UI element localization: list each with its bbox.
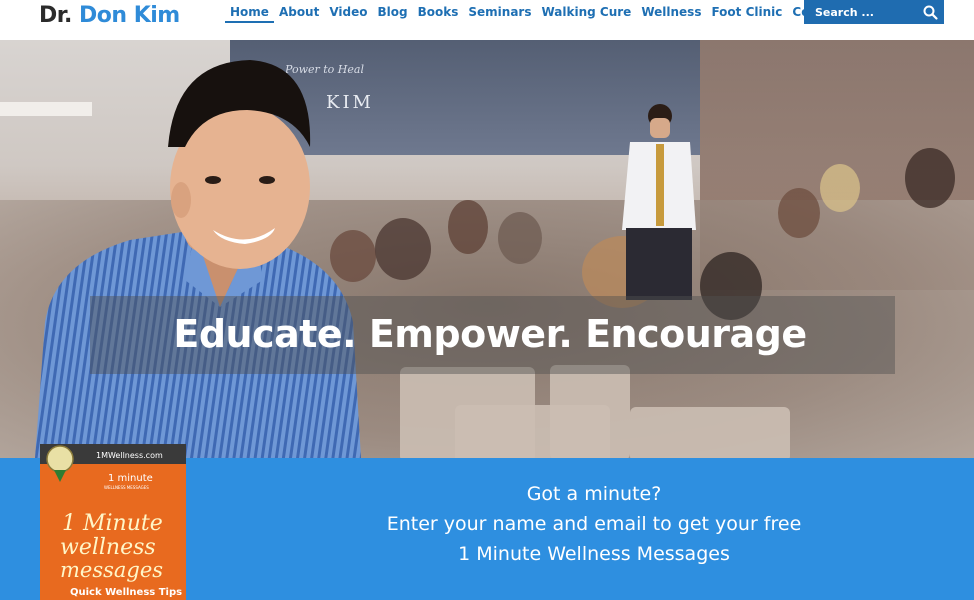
nav-video[interactable]: Video <box>324 5 372 25</box>
wellness-book-cover[interactable]: 1MWellness.com 1 minute WELLNESS MESSAGE… <box>40 444 186 600</box>
nav-walking-cure[interactable]: Walking Cure <box>536 5 636 25</box>
chair <box>550 365 630 458</box>
signup-heading: Got a minute? <box>526 483 662 505</box>
main-nav: Home About Video Blog Books Seminars Wal… <box>225 5 850 25</box>
logo-prefix: Dr. <box>39 3 72 28</box>
signup-text: Enter your name and email to get your fr… <box>386 513 802 535</box>
nav-books[interactable]: Books <box>413 5 464 25</box>
search-icon <box>923 5 938 20</box>
nav-wellness[interactable]: Wellness <box>636 5 706 25</box>
book-badge-sub: WELLNESS MESSAGES <box>104 485 149 490</box>
speaker-figure <box>622 104 696 300</box>
nav-seminars[interactable]: Seminars <box>463 5 536 25</box>
book-title-2: wellness <box>60 535 156 560</box>
hero-banner: Power to Heal KIM Educate. Empower. Enco… <box>0 40 974 458</box>
chair <box>630 407 790 458</box>
search-button[interactable] <box>918 0 944 24</box>
book-title-3: messages <box>60 558 163 582</box>
nav-blog[interactable]: Blog <box>373 5 413 25</box>
audience-head <box>905 148 955 208</box>
nav-about[interactable]: About <box>274 5 324 25</box>
book-tagline: Quick Wellness Tips <box>70 587 182 598</box>
hero-tagline: Educate. Empower. Encourage <box>173 312 807 356</box>
book-badge: 1 minute <box>108 473 153 484</box>
site-logo[interactable]: Dr. Don Kim <box>39 3 180 28</box>
search-box <box>804 0 944 24</box>
book-site: 1MWellness.com <box>96 451 163 460</box>
audience-head <box>375 218 431 280</box>
audience-head <box>778 188 820 238</box>
audience-head <box>820 164 860 212</box>
logo-name: Don Kim <box>79 3 180 28</box>
dr-kim-portrait <box>35 60 361 458</box>
nav-home[interactable]: Home <box>225 5 274 23</box>
audience-head <box>448 200 488 254</box>
search-input[interactable] <box>804 0 920 24</box>
audience-head <box>498 212 542 264</box>
nav-foot-clinic[interactable]: Foot Clinic <box>706 5 787 25</box>
book-title-1: 1 Minute <box>62 511 163 536</box>
site-header: Dr. Don Kim Home About Video Blog Books … <box>0 0 974 40</box>
signup-subtext: 1 Minute Wellness Messages <box>458 543 730 565</box>
